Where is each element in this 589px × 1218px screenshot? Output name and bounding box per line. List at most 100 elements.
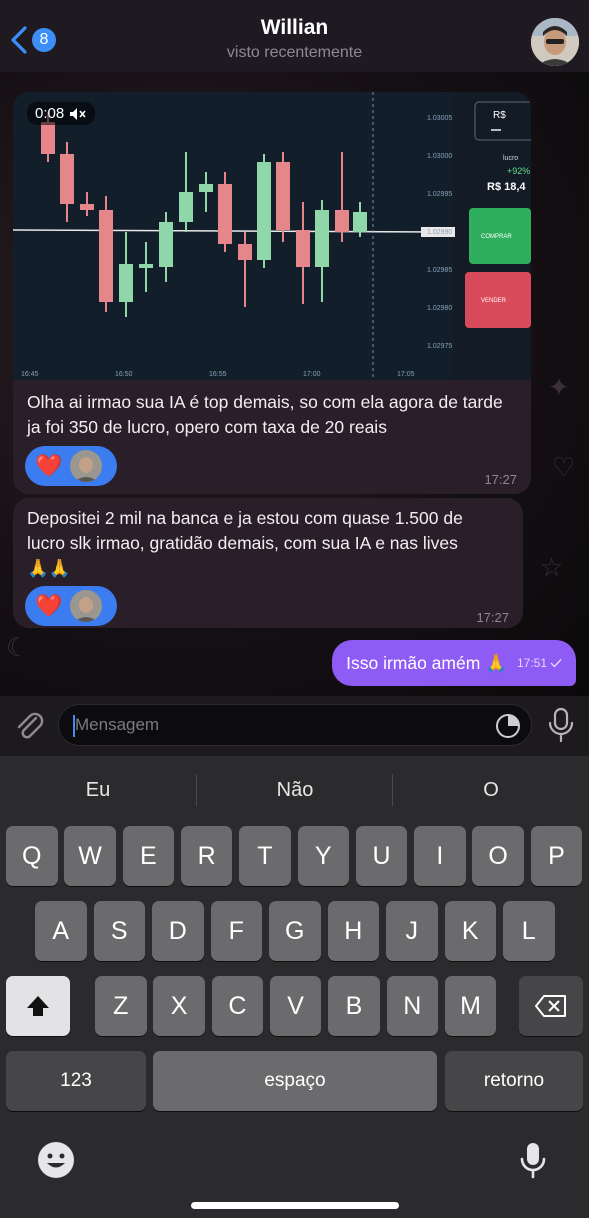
panel-lucro-label: lucro	[503, 155, 518, 162]
message-reactions[interactable]: ❤️	[25, 586, 117, 626]
candle-body	[296, 230, 310, 267]
key-c[interactable]: C	[211, 976, 264, 1036]
key-s[interactable]: S	[93, 901, 145, 961]
message-field[interactable]	[58, 704, 532, 746]
key-m[interactable]: M	[444, 976, 497, 1036]
key-p[interactable]: P	[530, 826, 583, 886]
price-axis-label: 1.02980	[427, 305, 452, 312]
reactor-avatar	[70, 450, 103, 482]
key-d[interactable]: D	[152, 901, 204, 961]
key-f[interactable]: F	[210, 901, 262, 961]
incoming-message[interactable]: Depositei 2 mil na banca e ja estou com …	[13, 498, 523, 628]
sticker-icon[interactable]	[495, 713, 521, 739]
emoji-icon[interactable]	[36, 1140, 76, 1180]
key-g[interactable]: G	[269, 901, 321, 961]
chat-area[interactable]: ✦ ☆ ♡ ☾ 1.03005 1.03000 1.02995 1.02990 1.02…	[0, 72, 589, 696]
backspace-key[interactable]	[519, 976, 583, 1036]
message-time: 17:27	[484, 472, 517, 487]
incoming-message[interactable]: 1.03005 1.03000 1.02995 1.02990 1.02985 1.029…	[13, 92, 531, 494]
key-w[interactable]: W	[64, 826, 116, 886]
message-input[interactable]	[75, 705, 475, 745]
time-axis-label: 16:45	[21, 371, 39, 378]
price-axis-label: 1.02975	[427, 343, 452, 350]
message-emoji: 🙏🙏	[27, 558, 71, 578]
video-thumbnail[interactable]: 1.03005 1.03000 1.02995 1.02990 1.02985 1.029…	[13, 92, 531, 380]
shift-key[interactable]	[6, 976, 70, 1036]
return-key[interactable]: retorno	[445, 1051, 583, 1111]
candle-body	[218, 184, 232, 244]
time-axis-label: 17:00	[303, 371, 321, 378]
panel-value: R$ 18,4	[487, 181, 526, 193]
contact-name[interactable]: Willian	[0, 16, 589, 40]
key-a[interactable]: A	[35, 901, 87, 961]
candle-body	[199, 184, 213, 192]
price-axis-label: 1.02985	[427, 267, 452, 274]
candle-body	[99, 210, 113, 302]
video-duration-badge: 0:08	[27, 102, 96, 125]
message-reactions[interactable]: ❤️	[25, 446, 117, 486]
candle-body	[257, 162, 271, 260]
trading-chart-image: 1.03005 1.03000 1.02995 1.02990 1.02985 1.029…	[13, 92, 531, 380]
message-text: Depositei 2 mil na banca e ja estou com …	[27, 506, 517, 581]
shift-arrow-icon	[27, 996, 49, 1016]
message-text: Isso irmão amém 🙏	[346, 652, 507, 673]
candle-body	[60, 154, 74, 204]
message-time: 17:27	[476, 610, 509, 625]
key-k[interactable]: K	[444, 901, 496, 961]
key-l[interactable]: L	[503, 901, 555, 961]
candle-body	[80, 204, 94, 210]
candle-body	[159, 222, 173, 267]
paperclip-icon[interactable]	[12, 708, 46, 742]
contact-avatar[interactable]	[531, 18, 579, 66]
chat-header: 8 Willian visto recentemente	[0, 0, 589, 72]
candle-body	[335, 210, 349, 232]
candle-body	[353, 212, 367, 232]
candle-body	[179, 192, 193, 222]
video-duration: 0:08	[35, 105, 65, 122]
message-time-value: 17:51	[516, 656, 547, 670]
suggestion-1[interactable]: Eu	[0, 770, 196, 810]
space-key[interactable]: espaço	[153, 1051, 437, 1111]
candle-body	[119, 264, 133, 302]
home-indicator[interactable]	[191, 1202, 399, 1209]
panel-currency: R$	[493, 110, 506, 121]
key-n[interactable]: N	[386, 976, 438, 1036]
time-axis-label: 16:55	[209, 371, 227, 378]
time-axis-label: 16:50	[115, 371, 133, 378]
outgoing-message[interactable]: Isso irmão amém 🙏 17:51	[332, 640, 576, 686]
candle-body	[315, 210, 329, 267]
key-r[interactable]: R	[180, 826, 233, 886]
message-time: 17:51	[517, 656, 562, 670]
microphone-icon[interactable]	[546, 706, 576, 744]
muted-speaker-icon	[70, 107, 86, 120]
checkmark-icon	[550, 659, 562, 668]
heart-reaction: ❤️	[35, 593, 63, 618]
backspace-icon	[535, 995, 566, 1017]
contact-status: visto recentemente	[226, 44, 363, 61]
price-axis-label: 1.03005	[427, 115, 452, 122]
price-axis-label: 1.02995	[427, 191, 452, 198]
message-text-line: Depositei 2 mil na banca e ja estou com …	[27, 508, 463, 528]
message-text: Olha ai irmao sua IA é top demais, so co…	[27, 392, 503, 437]
suggestion-3[interactable]: O	[393, 770, 589, 810]
suggestion-2[interactable]: Não	[197, 770, 393, 810]
key-x[interactable]: X	[153, 976, 205, 1036]
key-z[interactable]: Z	[95, 976, 147, 1036]
message-text-line: lucro slk irmao, gratidão demais, com su…	[27, 533, 458, 553]
key-e[interactable]: E	[122, 826, 175, 886]
numbers-key[interactable]: 123	[6, 1051, 146, 1111]
candle-body	[41, 122, 55, 154]
key-i[interactable]: I	[414, 826, 466, 886]
key-j[interactable]: J	[386, 901, 438, 961]
key-q[interactable]: Q	[6, 826, 58, 886]
key-u[interactable]: U	[355, 826, 408, 886]
key-v[interactable]: V	[269, 976, 322, 1036]
candle-body	[139, 264, 153, 268]
key-y[interactable]: Y	[297, 826, 349, 886]
key-t[interactable]: T	[239, 826, 291, 886]
key-b[interactable]: B	[328, 976, 380, 1036]
doodle-decoration-icon: ☾	[6, 632, 30, 662]
key-h[interactable]: H	[327, 901, 379, 961]
key-o[interactable]: O	[472, 826, 524, 886]
dictation-icon[interactable]	[516, 1140, 550, 1180]
